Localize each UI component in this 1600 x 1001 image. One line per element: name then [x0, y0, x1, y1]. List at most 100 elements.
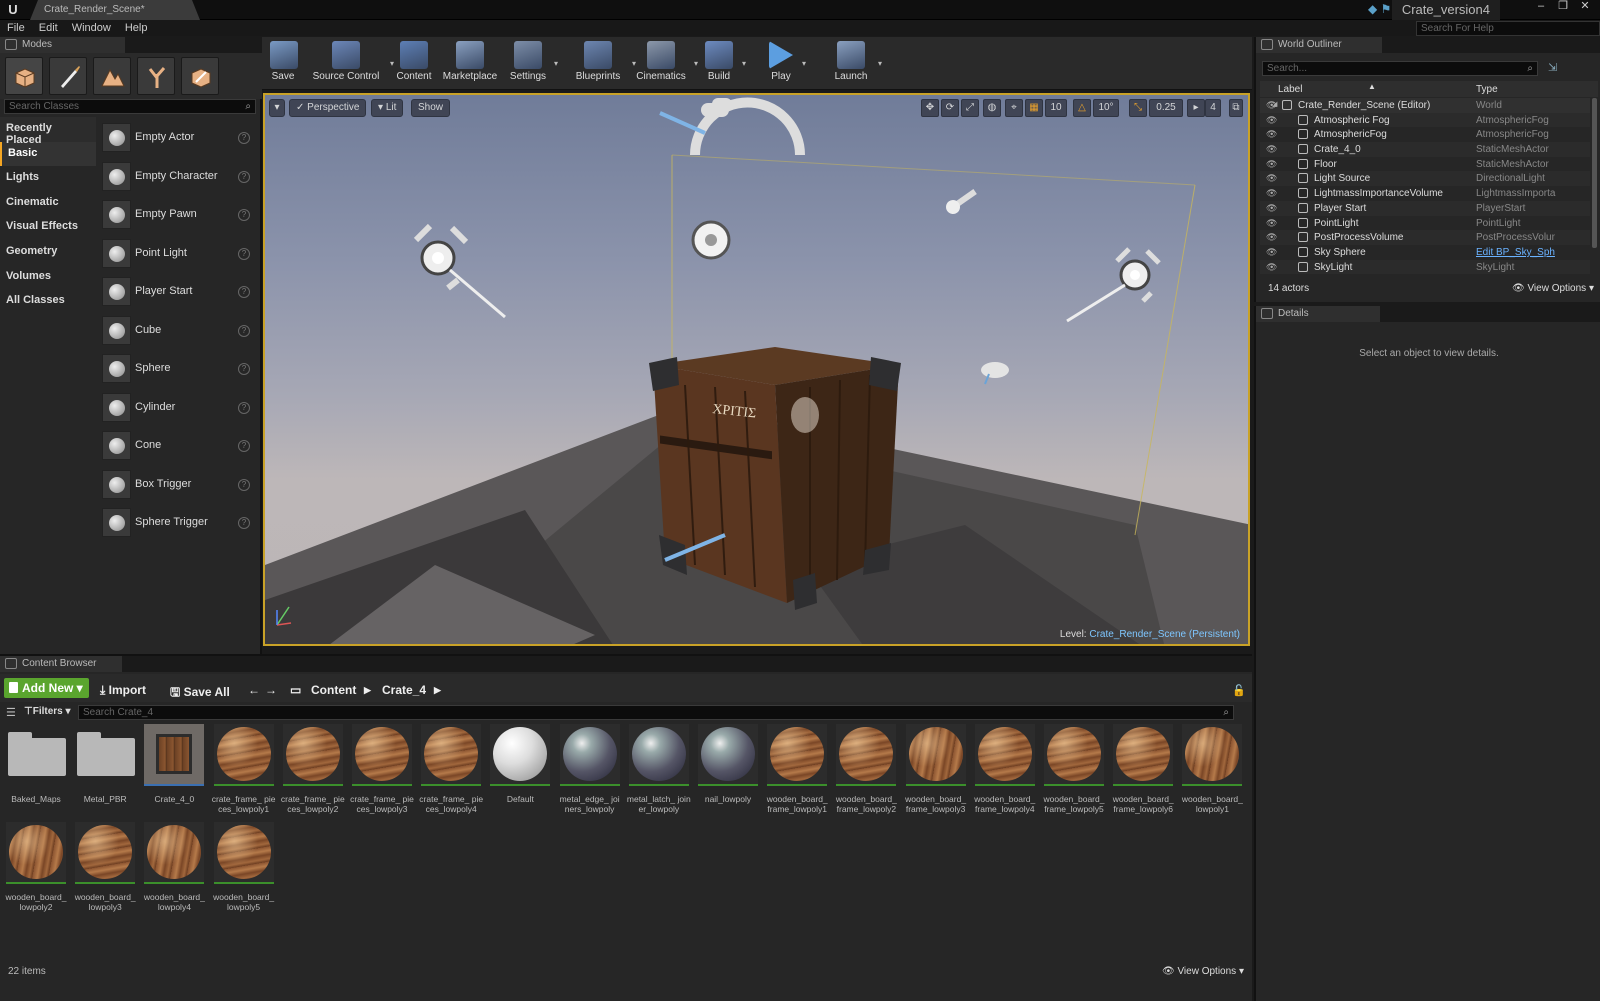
tab-details[interactable]: Details — [1256, 306, 1380, 322]
outliner-search-input[interactable]: Search... ⌕ — [1262, 61, 1538, 76]
sources-toggle-icon[interactable]: ☰ — [6, 706, 16, 719]
launch-button[interactable]: Launch ▾ — [830, 37, 882, 89]
menu-window[interactable]: Window — [65, 20, 118, 34]
outliner-scrollbar[interactable] — [1592, 98, 1597, 248]
category-geometry[interactable]: Geometry — [0, 240, 96, 265]
asset-default[interactable]: Default — [488, 724, 552, 820]
paint-mode-button[interactable] — [49, 57, 87, 95]
category-all-classes[interactable]: All Classes — [0, 289, 96, 314]
source-control-button[interactable]: Source Control ▾ — [308, 37, 394, 89]
category-recently-placed[interactable]: Recently Placed — [0, 117, 96, 146]
menu-file[interactable]: File — [0, 20, 32, 34]
filters-button[interactable]: ⊤Filters ▾ — [24, 706, 71, 717]
show-button[interactable]: Show — [411, 99, 451, 117]
help-icon[interactable]: ? — [238, 247, 250, 260]
outliner-row-atmospheric-fog[interactable]: 👁 Atmospheric Fog AtmosphericFog — [1260, 112, 1590, 128]
help-icon[interactable]: ? — [238, 209, 250, 221]
asset-crate-4-0[interactable]: Crate_4_0 — [142, 724, 206, 820]
save-button[interactable]: Save — [270, 37, 298, 89]
translate-icon[interactable]: ✥ — [921, 99, 939, 117]
maximize-icon[interactable]: ❐ — [1552, 0, 1574, 14]
class-item-empty-pawn[interactable]: Empty Pawn? — [100, 196, 256, 235]
search-icon[interactable]: ⌕ — [1223, 707, 1229, 718]
breadcrumb-crate-4[interactable]: Crate_4 — [382, 683, 426, 697]
outliner-row-light-source[interactable]: 👁 Light Source DirectionalLight — [1260, 171, 1590, 187]
landscape-mode-button[interactable] — [93, 57, 131, 95]
visibility-eye-icon[interactable]: 👁 — [1266, 115, 1277, 126]
visibility-eye-icon[interactable]: 👁 — [1266, 232, 1277, 243]
outliner-row-sky-sphere[interactable]: 👁 Sky Sphere Edit BP_Sky_Sph — [1260, 245, 1590, 260]
cinematics-dropdown-icon[interactable]: ▾ — [694, 59, 698, 68]
viewport-options-button[interactable]: ▾ — [269, 99, 285, 117]
class-item-point-light[interactable]: Point Light? — [100, 235, 256, 274]
place-mode-button[interactable] — [5, 57, 43, 95]
asset-wooden-board-frame-lowpoly4[interactable]: wooden_board_ frame_lowpoly4 — [973, 724, 1037, 820]
tab-modes[interactable]: Modes — [0, 37, 125, 53]
visibility-eye-icon[interactable]: 👁 — [1266, 203, 1277, 214]
asset-crate-frame-pieces-lowpoly3[interactable]: crate_frame_ pieces_lowpoly3 — [350, 724, 414, 820]
help-icon[interactable]: ? — [238, 170, 250, 183]
help-icon[interactable]: ? — [238, 401, 250, 414]
geometry-mode-button[interactable] — [181, 57, 219, 95]
help-icon[interactable]: ? — [238, 478, 250, 491]
blueprints-button[interactable]: Blueprints ▾ — [570, 37, 636, 89]
world-local-icon[interactable]: ◍ — [983, 99, 1001, 117]
class-item-cylinder[interactable]: Cylinder? — [100, 389, 256, 428]
visibility-eye-icon[interactable]: 👁 — [1266, 173, 1277, 184]
visibility-eye-icon[interactable]: 👁 — [1266, 247, 1277, 258]
asset-wooden-board-frame-lowpoly3[interactable]: wooden_board_ frame_lowpoly3 — [904, 724, 968, 820]
notification-icons[interactable]: ◆ ⚑ — [1368, 2, 1391, 16]
outliner-view-options-button[interactable]: 👁 View Options ▾ — [1512, 283, 1594, 294]
launch-dropdown-icon[interactable]: ▾ — [878, 59, 882, 68]
class-search-input[interactable]: Search Classes ⌕ — [4, 99, 256, 114]
class-item-empty-character[interactable]: Empty Character? — [100, 158, 256, 197]
outliner-row-crate-render-scene-editor[interactable]: 👁 ◢ Crate_Render_Scene (Editor) World — [1260, 98, 1590, 113]
class-item-cone[interactable]: Cone? — [100, 427, 256, 466]
build-dropdown-icon[interactable]: ▾ — [742, 59, 746, 68]
column-type[interactable]: Type — [1476, 84, 1498, 95]
help-icon[interactable]: ? — [238, 286, 250, 298]
breadcrumb-content[interactable]: Content — [311, 683, 356, 697]
column-label[interactable]: Label — [1278, 84, 1302, 95]
visibility-eye-icon[interactable]: 👁 — [1266, 218, 1277, 229]
asset-baked-maps[interactable]: Baked_Maps — [4, 724, 68, 820]
build-button[interactable]: Build ▾ — [702, 37, 746, 89]
outliner-row-postprocessvolume[interactable]: 👁 PostProcessVolume PostProcessVolur — [1260, 230, 1590, 245]
menu-edit[interactable]: Edit — [32, 20, 65, 34]
class-item-box-trigger[interactable]: Box Trigger? — [100, 466, 256, 505]
maximize-viewport-icon[interactable]: ⧉ — [1229, 99, 1243, 117]
class-item-player-start[interactable]: Player Start? — [100, 273, 256, 312]
asset-crate-frame-pieces-lowpoly2[interactable]: crate_frame_ pieces_lowpoly2 — [281, 724, 345, 820]
tab-world-outliner[interactable]: World Outliner — [1256, 37, 1382, 53]
visibility-eye-icon[interactable]: 👁 — [1266, 159, 1277, 170]
menu-help[interactable]: Help — [118, 20, 155, 34]
search-icon[interactable]: ⌕ — [1527, 63, 1533, 74]
add-new-button[interactable]: Add New ▾ — [4, 678, 89, 698]
asset-wooden-board-lowpoly4[interactable]: wooden_board_ lowpoly4 — [142, 822, 206, 918]
scale-snap-icon[interactable]: ⤡ — [1129, 99, 1147, 117]
tab-content-browser[interactable]: Content Browser — [0, 656, 122, 672]
class-item-cube[interactable]: Cube? — [100, 312, 256, 351]
outliner-row-pointlight[interactable]: 👁 PointLight PointLight — [1260, 216, 1590, 231]
camera-speed-value[interactable]: 4 — [1205, 99, 1221, 117]
grid-snap-value[interactable]: 10 — [1045, 99, 1067, 117]
asset-wooden-board-frame-lowpoly2[interactable]: wooden_board_ frame_lowpoly2 — [834, 724, 898, 820]
marketplace-button[interactable]: Marketplace — [440, 37, 500, 89]
settings-button[interactable]: Settings ▾ — [508, 37, 558, 89]
help-icon[interactable]: ? — [238, 440, 250, 452]
asset-metal-latch-joiner-lowpoly[interactable]: metal_latch_ joiner_lowpoly — [627, 724, 691, 820]
minimize-icon[interactable]: – — [1530, 0, 1552, 14]
content-button[interactable]: Content — [394, 37, 434, 89]
asset-metal-edge-joiners-lowpoly[interactable]: metal_edge_ joiners_lowpoly — [558, 724, 622, 820]
asset-metal-pbr[interactable]: Metal_PBR — [73, 724, 137, 820]
asset-search-input[interactable]: Search Crate_4 ⌕ — [78, 705, 1234, 720]
asset-wooden-board-lowpoly5[interactable]: wooden_board_ lowpoly5 — [212, 822, 276, 918]
expand-arrow-icon[interactable]: ◢ — [1272, 100, 1277, 108]
cinematics-button[interactable]: Cinematics ▾ — [634, 37, 698, 89]
class-item-sphere[interactable]: Sphere? — [100, 350, 256, 389]
class-item-sphere-trigger[interactable]: Sphere Trigger? — [100, 504, 256, 543]
outliner-row-atmosphericfog[interactable]: 👁 AtmosphericFog AtmosphericFog — [1260, 127, 1590, 142]
lit-button[interactable]: ▾ Lit — [371, 99, 404, 117]
rotate-icon[interactable]: ⟳ — [941, 99, 959, 117]
category-lights[interactable]: Lights — [0, 166, 96, 191]
